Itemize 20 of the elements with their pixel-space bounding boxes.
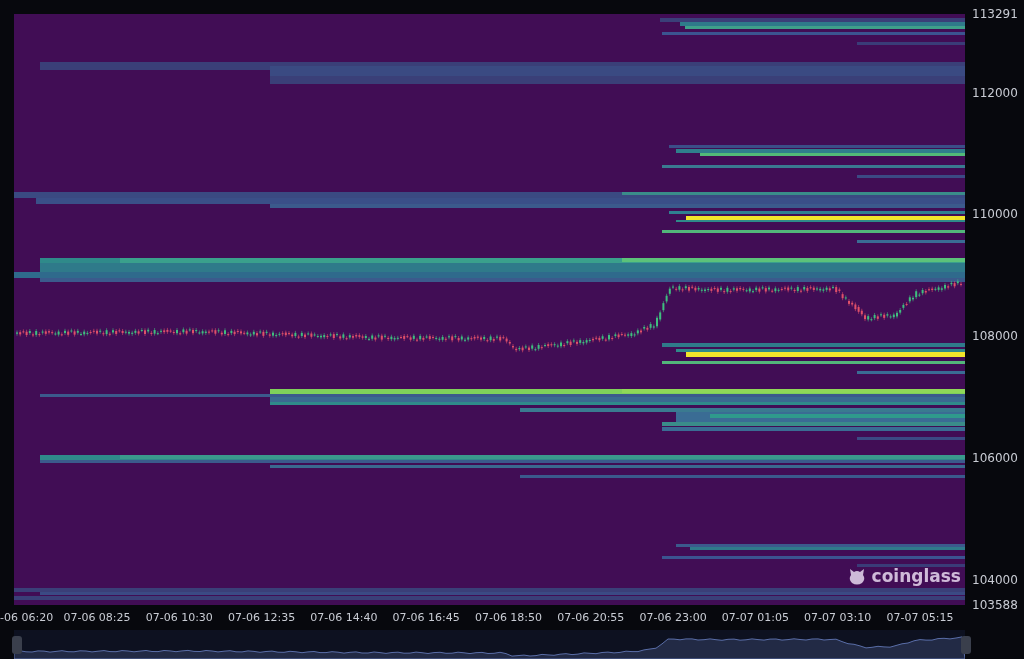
time-axis-label: 07-06 16:45 — [392, 611, 460, 624]
time-axis-label: -06 06:20 — [0, 611, 54, 624]
time-axis-label: 07-06 23:00 — [639, 611, 707, 624]
time-axis-label: 07-07 03:10 — [804, 611, 872, 624]
time-axis-label: 07-06 10:30 — [145, 611, 213, 624]
price-axis-label: 112000 — [972, 85, 1018, 100]
price-axis-label: 113291 — [972, 7, 1018, 21]
time-axis-label: 07-06 12:35 — [228, 611, 296, 624]
price-axis-label: 104000 — [972, 572, 1018, 587]
time-axis-label: 07-06 14:40 — [310, 611, 378, 624]
time-axis-label: 07-06 18:50 — [474, 611, 543, 624]
time-axis-label: 07-07 01:05 — [721, 611, 789, 624]
time-axis-label: 07-06 20:55 — [557, 611, 625, 624]
price-axis-label: 110000 — [972, 207, 1018, 222]
price-axis-label: 106000 — [972, 451, 1018, 466]
price-axis-label: 108000 — [972, 329, 1018, 344]
time-axis-label: 07-06 08:25 — [63, 611, 131, 624]
price-axis-label: 103588 — [972, 598, 1018, 612]
time-axis-label: 07-07 05:15 — [886, 611, 954, 624]
watermark-logo: coinglass — [871, 567, 961, 585]
